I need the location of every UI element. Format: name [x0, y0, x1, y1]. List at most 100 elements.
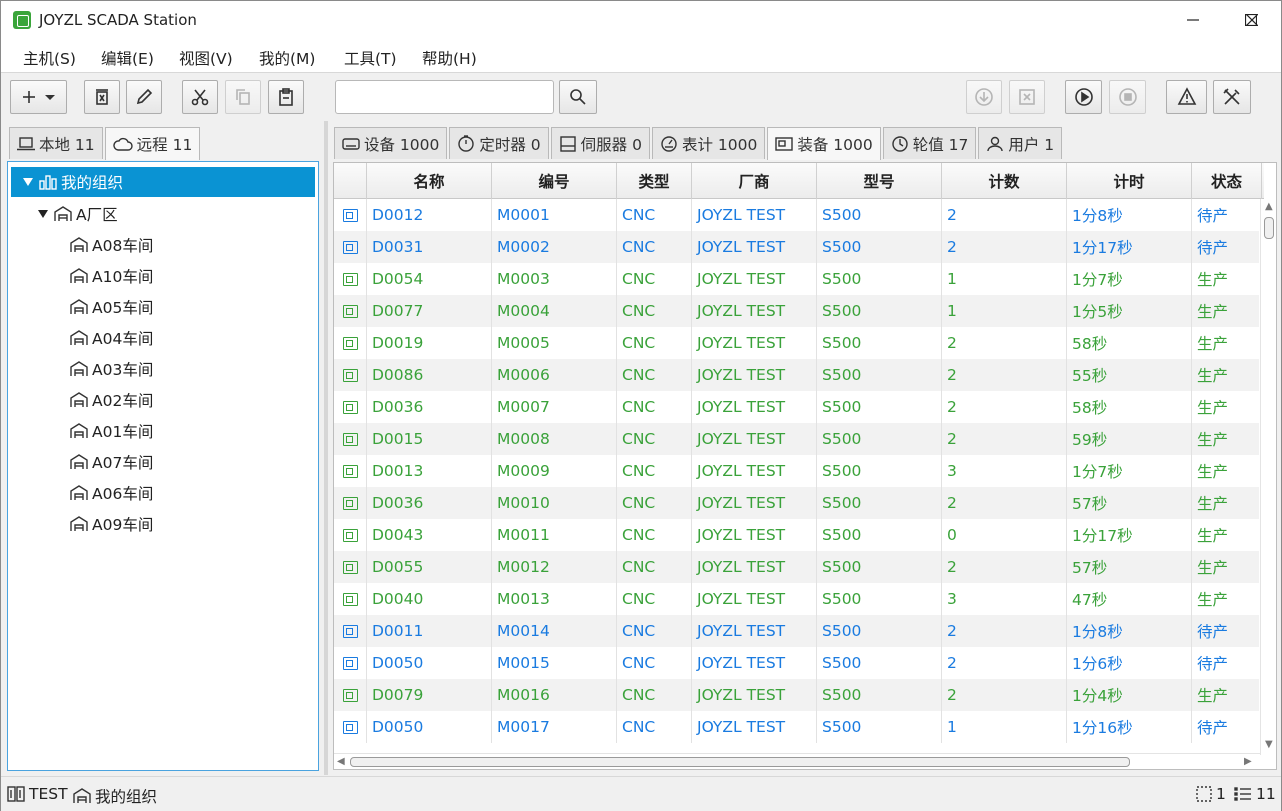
search-button[interactable] — [559, 80, 597, 114]
tree-node-workshop[interactable]: A09车间 — [70, 509, 153, 539]
menu-help[interactable]: 帮助(H) — [422, 47, 477, 69]
equipment-icon — [342, 208, 358, 222]
title-bar: JOYZL SCADA Station — [1, 1, 1281, 39]
tree-node-workshop[interactable]: A10车间 — [70, 261, 153, 291]
play-icon — [1074, 88, 1093, 106]
delete-button[interactable] — [84, 80, 120, 114]
stop-sync-button[interactable] — [1009, 80, 1045, 114]
tree-node-workshop[interactable]: A04车间 — [70, 323, 153, 353]
horizontal-scrollbar[interactable]: ◀ ▶ — [334, 753, 1260, 769]
tab-clock[interactable]: 轮值 17 — [882, 127, 977, 159]
tree-node-workshop[interactable]: A02车间 — [70, 385, 153, 415]
cell-time: 55秒 — [1067, 359, 1192, 391]
equipment-icon — [342, 432, 358, 446]
settings-tools-button[interactable] — [1213, 80, 1251, 114]
column-header[interactable]: 名称 — [367, 163, 492, 199]
cut-button[interactable] — [182, 80, 218, 114]
scroll-up-icon[interactable]: ▲ — [1265, 201, 1273, 212]
table-row[interactable]: D0040 M0013 CNC JOYZL TEST S500 3 47秒 生产 — [334, 583, 1262, 615]
close-button[interactable] — [1223, 1, 1281, 39]
pane-splitter[interactable] — [324, 121, 328, 775]
tab-user[interactable]: 用户 1 — [978, 127, 1063, 159]
org-tree: 我的组织 A厂区 A08车间 A10车间 A05车间 A04车间 A03车间 A02车间 A… — [7, 161, 319, 771]
cell-vendor: JOYZL TEST — [692, 199, 817, 231]
tree-node-root[interactable]: 我的组织 — [11, 167, 315, 197]
paste-button[interactable] — [268, 80, 304, 114]
cell-code: M0001 — [492, 199, 617, 231]
tab-server[interactable]: 伺服器 0 — [550, 127, 650, 159]
column-header[interactable]: 编号 — [492, 163, 617, 199]
column-header[interactable]: 厂商 — [692, 163, 817, 199]
table-row[interactable]: D0036 M0007 CNC JOYZL TEST S500 2 58秒 生产 — [334, 391, 1262, 423]
toolbar — [1, 73, 1281, 121]
factory-icon — [70, 330, 88, 345]
table-row[interactable]: D0077 M0004 CNC JOYZL TEST S500 1 1分5秒 生产 — [334, 295, 1262, 327]
table-row[interactable]: D0015 M0008 CNC JOYZL TEST S500 2 59秒 生产 — [334, 423, 1262, 455]
tree-node-workshop[interactable]: A03车间 — [70, 354, 153, 384]
cell-model: S500 — [817, 327, 942, 359]
table-row[interactable]: D0055 M0012 CNC JOYZL TEST S500 2 57秒 生产 — [334, 551, 1262, 583]
factory-icon — [70, 423, 88, 438]
table-row[interactable]: D0019 M0005 CNC JOYZL TEST S500 2 58秒 生产 — [334, 327, 1262, 359]
menu-host[interactable]: 主机(S) — [23, 47, 76, 69]
add-dropdown-button[interactable] — [10, 80, 67, 114]
tab-local[interactable]: 本地 11 — [9, 127, 103, 159]
cell-vendor: JOYZL TEST — [692, 359, 817, 391]
tree-node-workshop[interactable]: A01车间 — [70, 416, 153, 446]
download-button[interactable] — [966, 80, 1002, 114]
menu-edit[interactable]: 编辑(E) — [101, 47, 154, 69]
column-header[interactable]: 状态 — [1192, 163, 1262, 199]
tab-equipment[interactable]: 装备 1000 — [767, 127, 881, 160]
column-header[interactable]: 计时 — [1067, 163, 1192, 199]
vertical-scrollbar[interactable]: ▲ ▼ — [1260, 199, 1276, 755]
tab-device[interactable]: 设备 1000 — [334, 127, 448, 159]
table-row[interactable]: D0079 M0016 CNC JOYZL TEST S500 2 1分4秒 生产 — [334, 679, 1262, 711]
table-row[interactable]: D0031 M0002 CNC JOYZL TEST S500 2 1分17秒 待产 — [334, 231, 1262, 263]
table-row[interactable]: D0086 M0006 CNC JOYZL TEST S500 2 55秒 生产 — [334, 359, 1262, 391]
menu-tools[interactable]: 工具(T) — [344, 47, 397, 69]
tab-remote[interactable]: 远程 11 — [104, 127, 201, 160]
tab-timer[interactable]: 定时器 0 — [449, 127, 549, 159]
cell-type: CNC — [617, 263, 692, 295]
horizontal-scroll-thumb[interactable] — [350, 757, 1130, 767]
column-header[interactable]: 型号 — [817, 163, 942, 199]
menu-view[interactable]: 视图(V) — [179, 47, 233, 69]
tab-meter[interactable]: 表计 1000 — [651, 127, 766, 159]
alarm-button[interactable] — [1166, 80, 1207, 114]
column-header[interactable]: 计数 — [942, 163, 1067, 199]
table-row[interactable]: D0050 M0015 CNC JOYZL TEST S500 2 1分6秒 待产 — [334, 647, 1262, 679]
cell-status: 待产 — [1192, 615, 1262, 647]
expand-arrow-icon — [38, 210, 48, 218]
minimize-button[interactable] — [1164, 1, 1222, 39]
table-row[interactable]: D0054 M0003 CNC JOYZL TEST S500 1 1分7秒 生产 — [334, 263, 1262, 295]
scroll-left-icon[interactable]: ◀ — [337, 756, 345, 767]
table-row[interactable]: D0036 M0010 CNC JOYZL TEST S500 2 57秒 生产 — [334, 487, 1262, 519]
tree-workshop-label: A08车间 — [92, 237, 154, 255]
table-row[interactable]: D0012 M0001 CNC JOYZL TEST S500 2 1分8秒 待产 — [334, 199, 1262, 231]
menu-mine[interactable]: 我的(M) — [259, 47, 315, 69]
row-status-cell — [334, 295, 367, 327]
cell-time: 57秒 — [1067, 487, 1192, 519]
scroll-down-icon[interactable]: ▼ — [1265, 739, 1273, 750]
scroll-right-icon[interactable]: ▶ — [1244, 756, 1252, 767]
tree-node-workshop[interactable]: A05车间 — [70, 292, 153, 322]
tree-node-workshop[interactable]: A07车间 — [70, 447, 153, 477]
row-status-cell — [334, 231, 367, 263]
tree-workshop-label: A03车间 — [92, 361, 154, 379]
column-header[interactable]: 类型 — [617, 163, 692, 199]
tab-label: 用户 1 — [1008, 135, 1055, 154]
tree-node-workshop[interactable]: A08车间 — [70, 230, 153, 260]
edit-button[interactable] — [126, 80, 162, 114]
plus-dropdown-icon — [22, 91, 55, 103]
tree-node-workshop[interactable]: A06车间 — [70, 478, 153, 508]
vertical-scroll-thumb[interactable] — [1264, 217, 1274, 239]
search-input[interactable] — [335, 80, 554, 114]
copy-button[interactable] — [225, 80, 261, 114]
table-row[interactable]: D0050 M0017 CNC JOYZL TEST S500 1 1分16秒 待产 — [334, 711, 1262, 743]
play-button[interactable] — [1065, 80, 1102, 114]
table-row[interactable]: D0011 M0014 CNC JOYZL TEST S500 2 1分8秒 待产 — [334, 615, 1262, 647]
table-row[interactable]: D0043 M0011 CNC JOYZL TEST S500 0 1分17秒 生产 — [334, 519, 1262, 551]
stop-button[interactable] — [1109, 80, 1146, 114]
tree-node-area[interactable]: A厂区 — [38, 199, 118, 229]
table-row[interactable]: D0013 M0009 CNC JOYZL TEST S500 3 1分7秒 生产 — [334, 455, 1262, 487]
